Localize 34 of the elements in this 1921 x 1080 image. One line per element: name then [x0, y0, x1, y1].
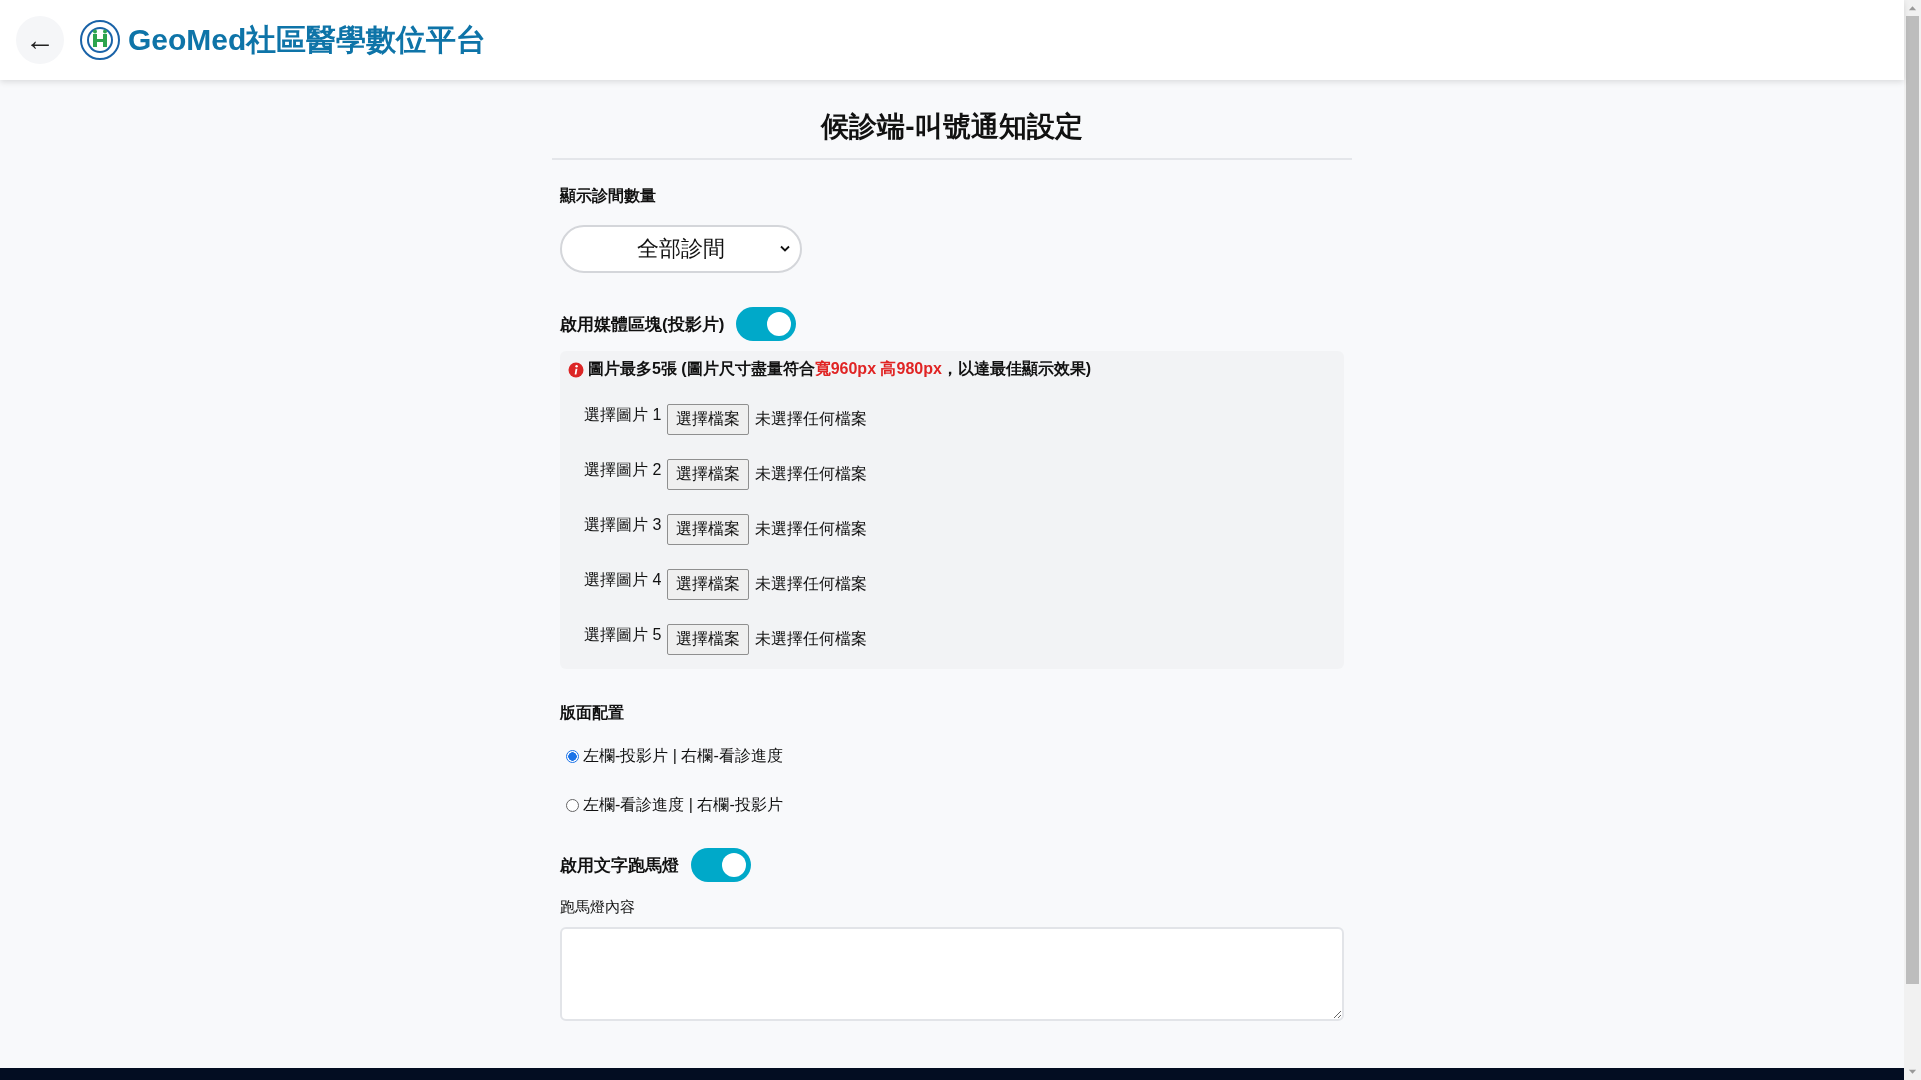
file-status: 未選擇任何檔案 [755, 629, 868, 649]
choose-file-button[interactable]: 選擇檔案 [667, 459, 750, 490]
image-label: 選擇圖片 2 [584, 460, 662, 480]
field-label: 跑馬燈內容 [560, 898, 636, 917]
file-status: 未選擇任何檔案 [755, 409, 868, 429]
image-label: 選擇圖片 1 [584, 405, 662, 425]
choose-file-button[interactable]: 選擇檔案 [667, 514, 750, 545]
toggle-label: 啟用文字跑馬燈 [560, 854, 679, 877]
choose-file-button[interactable]: 選擇檔案 [667, 624, 750, 655]
image-label: 選擇圖片 5 [584, 625, 662, 645]
image-label: 選擇圖片 3 [584, 515, 662, 535]
scrollbar-drawing[interactable] [1904, 0, 1921, 1080]
image-label: 選擇圖片 4 [584, 570, 662, 590]
page-title: 候診端-叫號通知設定 [552, 80, 1352, 160]
media-toggle[interactable] [736, 307, 797, 341]
choose-file-button[interactable]: 選擇檔案 [667, 404, 750, 435]
logo-icon [80, 20, 120, 60]
choose-file-button[interactable]: 選擇檔案 [667, 569, 750, 600]
section-label: 版面配置 [560, 703, 625, 723]
layout-option[interactable]: 左欄-看診進度 | 右欄-投影片 [566, 795, 783, 816]
file-status: 未選擇任何檔案 [755, 519, 868, 539]
field-label: 顯示診間數量 [560, 186, 657, 206]
brand-title: GeoMed社區醫學數位平台 [128, 21, 487, 58]
marquee-text-field[interactable] [560, 927, 1344, 1021]
clinic-select[interactable]: 全部診間 [560, 225, 802, 273]
file-status: 未選擇任何檔案 [755, 574, 868, 594]
chevron-down-icon [780, 245, 790, 252]
image-note: 圖片最多5張 (圖片尺寸盡量符合寬960px 高980px，以達最佳顯示效果) [588, 359, 1092, 379]
file-status: 未選擇任何檔案 [755, 464, 868, 484]
info-icon [568, 361, 584, 378]
marquee-toggle[interactable] [691, 848, 751, 882]
toggle-label: 啟用媒體區塊(投影片) [560, 313, 725, 336]
back-button[interactable]: ← [16, 16, 64, 64]
layout-option[interactable]: 左欄-投影片 | 右欄-看診進度 [566, 746, 783, 767]
